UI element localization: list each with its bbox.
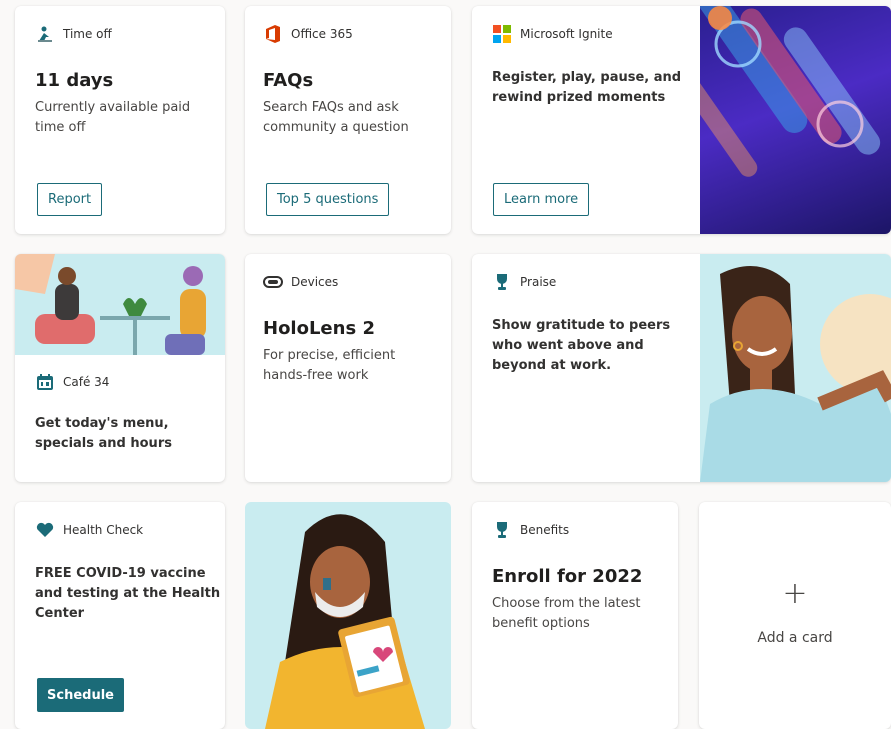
ignite-hero-image: [700, 6, 891, 234]
card-header: Time off: [35, 24, 112, 44]
card-header: Café 34: [35, 372, 109, 392]
card-header: Office 365: [263, 24, 353, 44]
card-title: 11 days: [35, 70, 114, 91]
card-title: HoloLens 2: [263, 318, 375, 339]
card-description: FREE COVID-19 vaccine and testing at the…: [35, 566, 221, 621]
card-description: Get today's menu, specials and hours: [35, 416, 172, 451]
calendar-food-icon: [35, 372, 55, 392]
heart-icon: [35, 520, 55, 540]
card-time-off[interactable]: Time off 11 days Currently available pai…: [15, 6, 225, 234]
report-button[interactable]: Report: [37, 183, 103, 216]
card-header: Devices: [263, 272, 338, 292]
office-logo-icon: [263, 24, 283, 44]
health-illustration: [245, 502, 451, 729]
card-category: Health Check: [63, 523, 144, 537]
card-devices[interactable]: Devices HoloLens 2 For precise, efficien…: [245, 254, 451, 482]
praise-illustration: [700, 254, 891, 482]
card-description: Search FAQs and ask community a question: [263, 100, 409, 135]
card-description: For precise, efficient hands-free work: [263, 348, 396, 383]
card-category: Office 365: [291, 27, 353, 41]
card-title: Enroll for 2022: [492, 566, 643, 587]
add-card-tile[interactable]: + Add a card: [699, 502, 891, 729]
card-benefits[interactable]: Benefits Enroll for 2022 Choose from the…: [472, 502, 678, 729]
card-header: Microsoft Ignite: [492, 24, 613, 44]
trophy-icon: [492, 520, 512, 540]
card-category: Praise: [520, 275, 557, 289]
card-category: Benefits: [520, 523, 570, 537]
card-cafe-34[interactable]: Café 34 Get today's menu, specials and h…: [15, 254, 225, 482]
hololens-icon: [263, 272, 283, 292]
card-praise[interactable]: Praise Show gratitude to peers who went …: [472, 254, 891, 482]
card-category: Devices: [291, 275, 339, 289]
card-description: Currently available paid time off: [35, 100, 191, 135]
card-microsoft-ignite[interactable]: Microsoft Ignite Register, play, pause, …: [472, 6, 891, 234]
card-description: Choose from the latest benefit options: [492, 596, 641, 631]
card-office-365[interactable]: Office 365 FAQs Search FAQs and ask comm…: [245, 6, 451, 234]
add-card-label[interactable]: Add a card: [699, 630, 891, 646]
card-header: Health Check: [35, 520, 143, 540]
cafe-illustration: [15, 254, 225, 355]
trophy-icon: [492, 272, 512, 292]
card-category: Time off: [63, 27, 112, 41]
microsoft-logo-icon: [492, 24, 512, 44]
card-category: Café 34: [63, 375, 110, 389]
card-header: Benefits: [492, 520, 569, 540]
top-5-questions-button[interactable]: Top 5 questions: [266, 183, 390, 216]
schedule-button[interactable]: Schedule: [37, 678, 124, 712]
learn-more-button[interactable]: Learn more: [493, 183, 590, 216]
card-health-check[interactable]: Health Check FREE COVID-19 vaccine and t…: [15, 502, 225, 729]
card-category: Microsoft Ignite: [520, 27, 613, 41]
card-description: Show gratitude to peers who went above a…: [492, 318, 671, 373]
card-header: Praise: [492, 272, 556, 292]
plus-icon[interactable]: +: [699, 576, 891, 611]
card-title: FAQs: [263, 70, 314, 91]
card-description: Register, play, pause, and rewind prized…: [492, 70, 682, 105]
person-beach-icon: [35, 24, 55, 44]
